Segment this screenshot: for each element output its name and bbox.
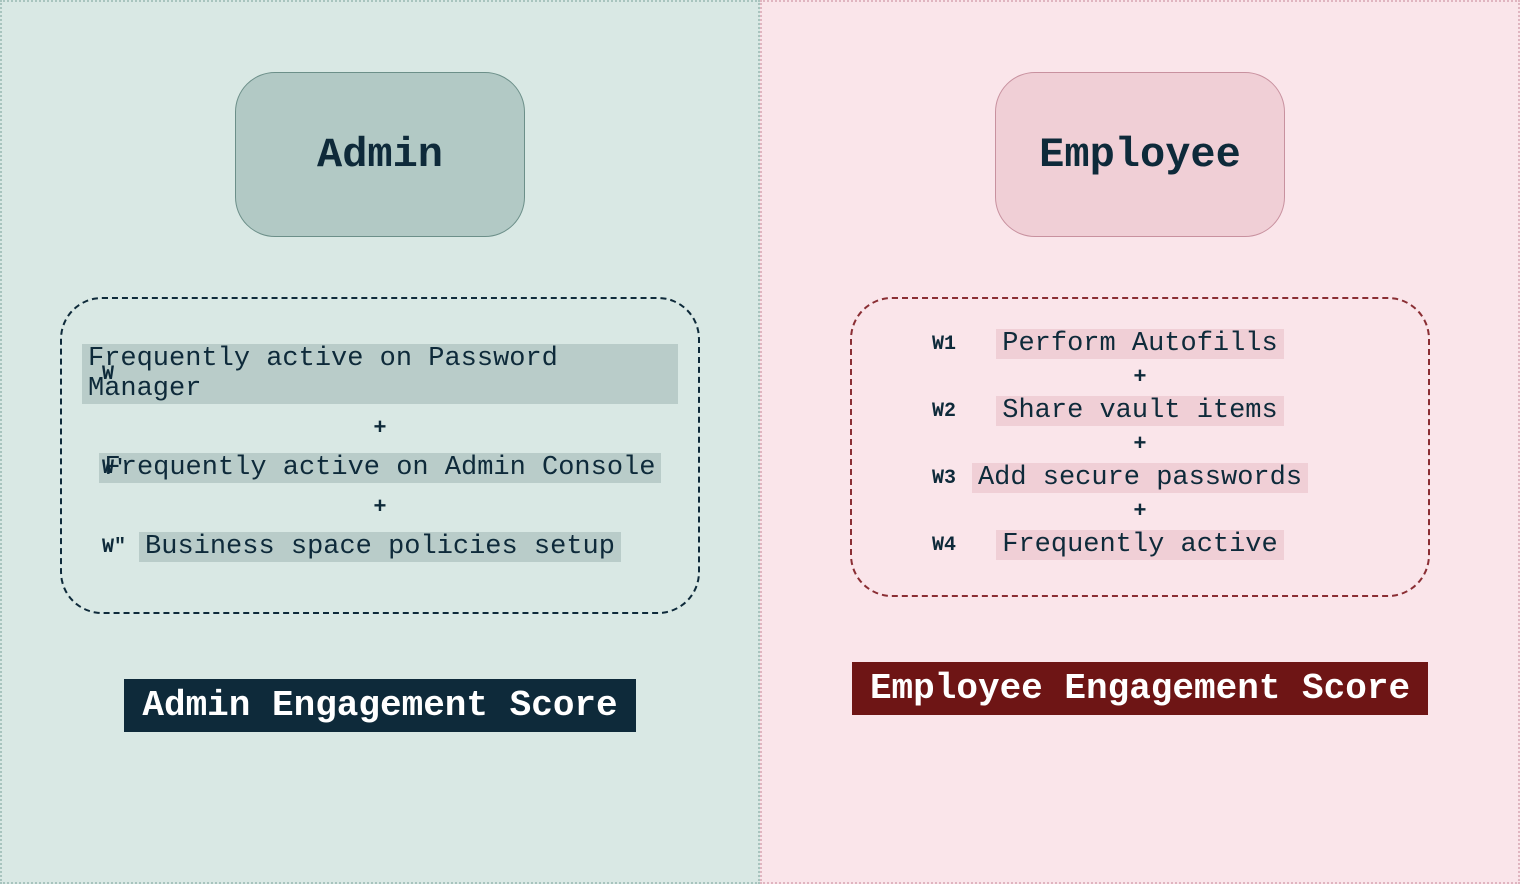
admin-formula-box: W Frequently active on Password Manager … xyxy=(60,297,700,614)
formula-row: W" Business space policies setup xyxy=(82,532,678,562)
admin-formula-item: Frequently active on Password Manager xyxy=(82,344,678,404)
weight-label: W4 xyxy=(932,534,956,557)
employee-formula-item: Perform Autofills xyxy=(996,329,1283,359)
employee-formula-item: Share vault items xyxy=(996,396,1283,426)
plus-sign: + xyxy=(1133,499,1146,524)
admin-role-badge: Admin xyxy=(235,72,525,237)
formula-row: W4 Frequently active xyxy=(872,530,1408,560)
weight-label: W1 xyxy=(932,333,956,356)
plus-sign: + xyxy=(373,416,386,441)
employee-title: Employee xyxy=(1039,131,1241,179)
weight-label: W3 xyxy=(932,467,956,490)
weight-label: W2 xyxy=(932,400,956,423)
formula-row: W Frequently active on Password Manager xyxy=(82,344,678,404)
admin-title: Admin xyxy=(317,131,443,179)
formula-row: W1 Perform Autofills xyxy=(872,329,1408,359)
formula-row: W' Frequently active on Admin Console xyxy=(82,453,678,483)
weight-label: W xyxy=(102,363,114,386)
employee-score-label: Employee Engagement Score xyxy=(852,662,1428,715)
employee-panel: Employee W1 Perform Autofills + W2 Share… xyxy=(760,0,1520,884)
plus-sign: + xyxy=(1133,432,1146,457)
weight-label: W' xyxy=(102,457,126,480)
weight-label: W" xyxy=(102,536,126,559)
admin-formula-item: Frequently active on Admin Console xyxy=(99,453,662,483)
employee-formula-item: Add secure passwords xyxy=(972,463,1308,493)
admin-score-label: Admin Engagement Score xyxy=(124,679,635,732)
employee-role-badge: Employee xyxy=(995,72,1285,237)
admin-panel: Admin W Frequently active on Password Ma… xyxy=(0,0,760,884)
plus-sign: + xyxy=(373,495,386,520)
formula-row: W2 Share vault items xyxy=(872,396,1408,426)
admin-formula-item: Business space policies setup xyxy=(139,532,621,562)
formula-row: W3 Add secure passwords xyxy=(872,463,1408,493)
plus-sign: + xyxy=(1133,365,1146,390)
employee-formula-item: Frequently active xyxy=(996,530,1283,560)
employee-formula-box: W1 Perform Autofills + W2 Share vault it… xyxy=(850,297,1430,597)
